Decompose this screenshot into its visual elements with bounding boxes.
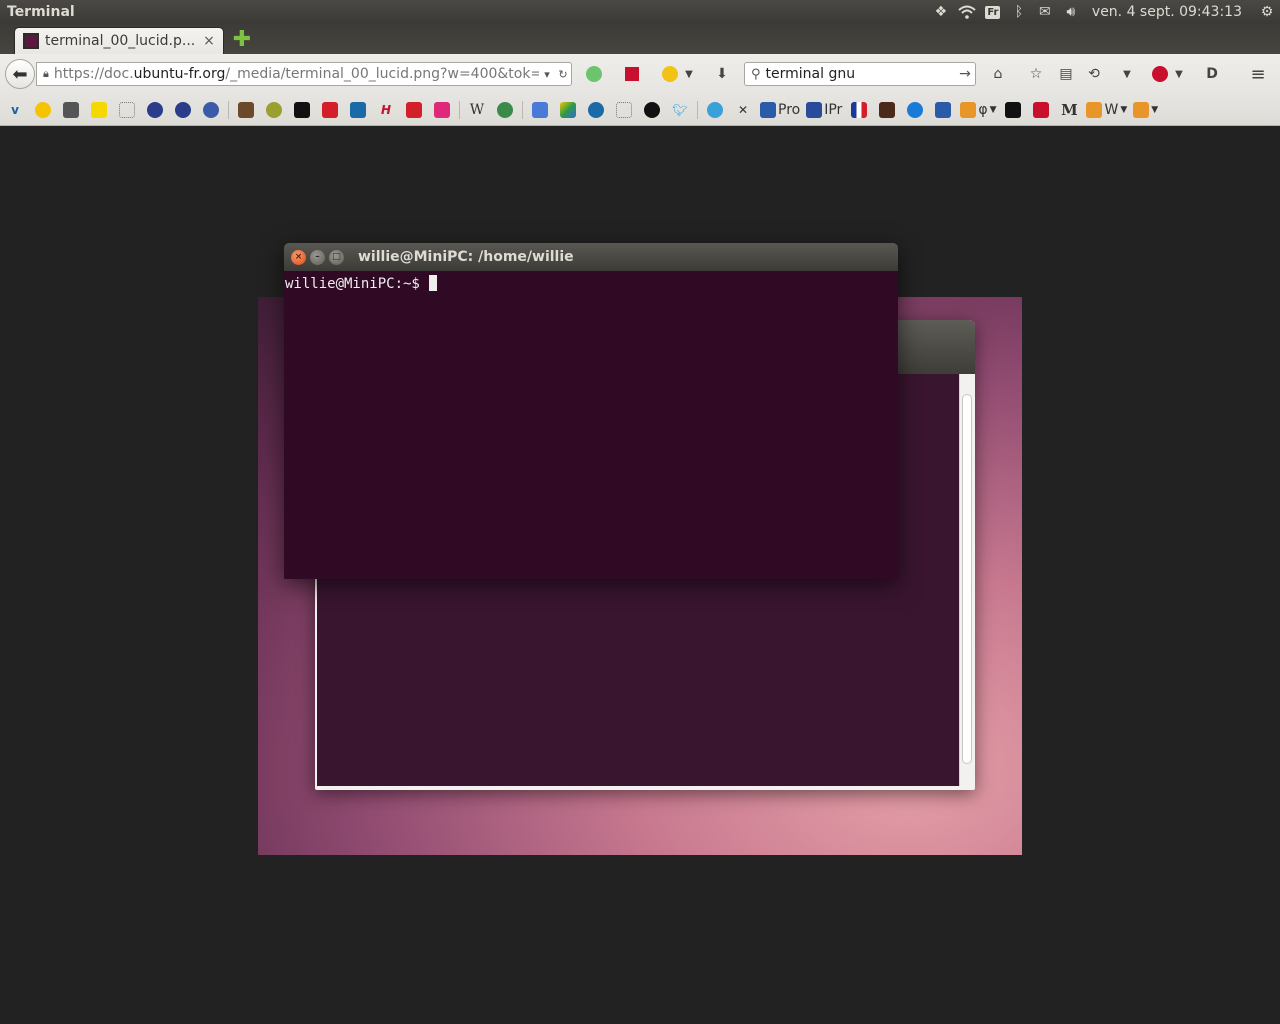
bookmark-monitor-icon[interactable] — [932, 99, 954, 121]
bookmark-drive-icon[interactable] — [557, 99, 579, 121]
bookmark-globe-icon[interactable] — [144, 99, 166, 121]
new-tab-button[interactable]: ✚ — [232, 29, 252, 51]
bookmark-globe-green-icon[interactable] — [494, 99, 516, 121]
bookmark-red-bar-icon[interactable] — [319, 99, 341, 121]
adblock-icon[interactable] — [1150, 64, 1170, 84]
bookmark-m-icon[interactable] — [291, 99, 313, 121]
minimize-icon: – — [310, 249, 325, 265]
tab-strip: terminal_00_lucid.p... × ✚ — [0, 24, 1280, 54]
volume-icon[interactable]: 🔊︎ — [1058, 0, 1084, 24]
bookmark-oval-icon[interactable] — [200, 99, 222, 121]
bluetooth-icon[interactable]: ᛒ — [1006, 0, 1032, 24]
chevron-down-icon[interactable]: ▼ — [1172, 64, 1186, 84]
sync-counter-icon[interactable]: ⟲ — [1084, 64, 1104, 84]
chevron-down-icon[interactable]: ▼ — [682, 64, 696, 84]
tab-title: terminal_00_lucid.p... — [45, 33, 196, 49]
bookmark-pro-link[interactable]: Pro — [760, 99, 800, 121]
bookmark-film-icon[interactable] — [60, 99, 82, 121]
bookmark-wikipedia-icon[interactable]: W — [466, 99, 488, 121]
arrow-left-icon: ⬅ — [12, 63, 28, 85]
d-extension-icon[interactable]: D — [1202, 64, 1222, 84]
bookmark-ipr-link[interactable]: IPr — [806, 99, 842, 121]
text-cursor — [429, 275, 438, 291]
bookmark-hex-icon[interactable] — [1030, 99, 1052, 121]
red-extension-icon[interactable] — [622, 64, 642, 84]
active-app-title: Terminal — [7, 4, 75, 20]
bookmark-twitter-icon[interactable]: 🐦︎ — [669, 99, 691, 121]
shell-prompt: willie@MiniPC:~$ — [285, 276, 429, 292]
close-icon[interactable]: × — [201, 33, 217, 49]
search-input[interactable]: terminal gnu — [766, 66, 856, 82]
dropbox-icon[interactable]: ❖ — [928, 0, 954, 24]
url-bar[interactable]: 🔒︎ https://doc.ubuntu-fr.org/_media/term… — [36, 62, 572, 86]
bookmarks-bar: v H W 🐦︎ ✕ Pro IPr φ ▼ M W ▼ ▼ — [0, 94, 1280, 126]
terminal-title: willie@MiniPC: /home/willie — [358, 249, 574, 265]
background-window-scrollbar — [959, 374, 973, 786]
keyboard-layout-indicator[interactable]: Fr — [980, 0, 1006, 24]
maximize-icon: □ — [329, 249, 344, 265]
reload-icon[interactable]: ↻ — [555, 68, 571, 81]
url-text: https://doc.ubuntu-fr.org/_media/termina… — [53, 66, 539, 82]
bookmark-globe2-icon[interactable] — [172, 99, 194, 121]
bookmark-books-icon[interactable] — [235, 99, 257, 121]
gear-icon[interactable]: ⚙ — [1254, 0, 1280, 24]
browser-tab[interactable]: terminal_00_lucid.p... × — [14, 27, 224, 54]
bookmark-heart-icon[interactable] — [704, 99, 726, 121]
download-icon[interactable]: ⬇ — [712, 64, 732, 84]
dropdown-arrow-icon[interactable]: ▾ — [539, 68, 555, 81]
bookmark-f-icon[interactable] — [347, 99, 369, 121]
search-icon: ⚲ — [751, 66, 761, 82]
bookmark-separator — [459, 100, 460, 119]
bookmark-folder-w[interactable]: W ▼ — [1086, 99, 1127, 121]
bookmark-yellow-circle-icon[interactable] — [32, 99, 54, 121]
terminal-body: willie@MiniPC:~$ — [284, 271, 898, 579]
bookmark-e-icon[interactable] — [403, 99, 425, 121]
home-icon[interactable]: ⌂ — [988, 64, 1008, 84]
bookmark-folder-more[interactable]: ▼ — [1133, 99, 1158, 121]
bookmark-translate-icon[interactable] — [529, 99, 551, 121]
lock-icon: 🔒︎ — [43, 67, 49, 80]
search-go-icon[interactable]: → — [955, 66, 975, 82]
bookmark-h-icon[interactable]: H — [375, 99, 397, 121]
top-panel: Terminal ❖ Fr ᛒ ✉ 🔊︎ ven. 4 sept. 09:43:… — [0, 0, 1280, 24]
bookmark-smiley-icon[interactable] — [88, 99, 110, 121]
terminal-window: × – □ willie@MiniPC: /home/willie willie… — [284, 243, 898, 579]
bookmark-folder-phi[interactable]: φ ▼ — [960, 99, 996, 121]
chevron-down-icon[interactable]: ▼ — [1120, 64, 1134, 84]
indicator-area: ❖ Fr ᛒ ✉ 🔊︎ ven. 4 sept. 09:43:13 ⚙ — [928, 0, 1280, 24]
bookmark-skype-icon[interactable] — [904, 99, 926, 121]
back-button[interactable]: ⬅ — [5, 59, 35, 89]
navigation-toolbar: ⬅ 🔒︎ https://doc.ubuntu-fr.org/_media/te… — [0, 54, 1280, 94]
bookmark-podcast-icon[interactable] — [585, 99, 607, 121]
bookmark-yellow-face-icon[interactable] — [1002, 99, 1024, 121]
wifi-icon[interactable] — [954, 0, 980, 24]
bookmark-v-icon[interactable]: v — [4, 99, 26, 121]
bookmark-x-icon[interactable]: ✕ — [732, 99, 754, 121]
star-icon[interactable]: ☆ — [1026, 64, 1046, 84]
yellow-extension-icon[interactable] — [660, 64, 680, 84]
bookmark-sun-icon[interactable] — [263, 99, 285, 121]
bookmark-separator — [697, 100, 698, 119]
bookmark-separator — [522, 100, 523, 119]
bookmark-separator — [228, 100, 229, 119]
close-icon: × — [291, 249, 306, 265]
bookmark-pink-icon[interactable] — [431, 99, 453, 121]
green-extension-icon[interactable] — [584, 64, 604, 84]
bookmark-blank2-icon[interactable] — [613, 99, 635, 121]
scrollbar-thumb — [962, 394, 972, 764]
bookmark-flag-icon[interactable] — [848, 99, 870, 121]
search-bar[interactable]: ⚲ terminal gnu → — [744, 62, 976, 86]
reading-list-icon[interactable]: ▤ — [1056, 64, 1076, 84]
terminal-favicon-icon — [23, 33, 39, 49]
bookmark-disc-icon[interactable] — [641, 99, 663, 121]
clock[interactable]: ven. 4 sept. 09:43:13 — [1084, 4, 1254, 20]
bookmark-ups-icon[interactable] — [876, 99, 898, 121]
mail-icon[interactable]: ✉ — [1032, 0, 1058, 24]
bookmark-lemonde-icon[interactable]: M — [1058, 99, 1080, 121]
terminal-titlebar: × – □ willie@MiniPC: /home/willie — [284, 243, 898, 271]
bookmark-blank-icon[interactable] — [116, 99, 138, 121]
menu-icon[interactable]: ≡ — [1248, 64, 1268, 85]
